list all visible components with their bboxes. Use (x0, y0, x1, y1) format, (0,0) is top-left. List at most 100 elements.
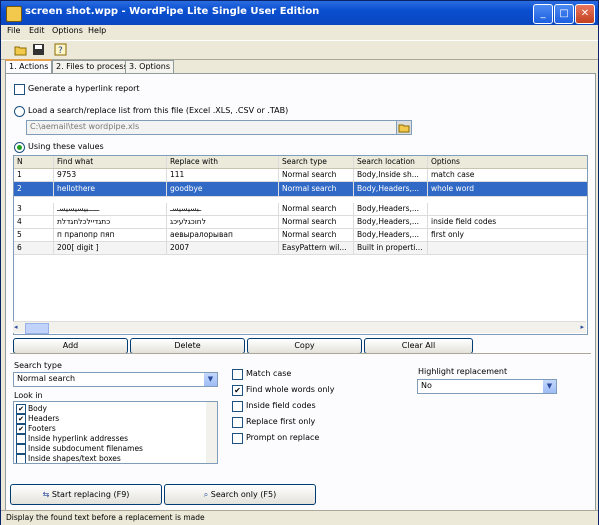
cell-search-location: Body,Headers,... (354, 216, 428, 228)
status-text: Display the found text before a replacem… (6, 513, 205, 522)
look-in-scrollbar[interactable] (206, 402, 217, 463)
look-in-checkbox[interactable] (16, 434, 26, 444)
match-case-checkbox[interactable] (232, 369, 243, 380)
cell-find: п прапопр пяп (54, 229, 167, 241)
look-in-label: Look in (14, 391, 43, 400)
cell-n: 4 (14, 216, 54, 228)
menu-edit[interactable]: Edit (29, 26, 45, 35)
look-in-checkbox[interactable] (16, 444, 26, 454)
cell-search-type: EasyPattern wil... (279, 242, 354, 254)
look-in-item-label: Body (28, 404, 47, 413)
window-title: screen shot.wpp - WordPipe Lite Single U… (25, 6, 320, 17)
col-header-options[interactable]: Options (428, 156, 587, 168)
cell-n: 2 (14, 182, 54, 196)
table-row[interactable]: 6 200[ digit ] 2007 EasyPattern wil... B… (14, 242, 587, 255)
maximize-icon: □ (559, 8, 569, 19)
prompt-replace-checkbox[interactable] (232, 433, 243, 444)
use-values-radio[interactable] (14, 142, 25, 153)
menu-file[interactable]: File (7, 26, 20, 35)
cell-search-type: Normal search (279, 182, 354, 196)
field-codes-checkbox[interactable] (232, 401, 243, 412)
maximize-button[interactable]: □ (554, 4, 574, 24)
table-row[interactable]: 1 9753 111 Normal search Body,Inside sh.… (14, 169, 587, 182)
add-button[interactable]: Add (13, 338, 128, 354)
cell-options (428, 203, 587, 215)
file-path-value: C:\aemail\test wordpipe.xls (30, 122, 140, 131)
highlight-label: Highlight replacement (418, 367, 508, 376)
grid-horizontal-scrollbar[interactable]: ◂ ▸ (13, 321, 586, 334)
look-in-item-label: Inside shapes/text boxes (28, 454, 121, 463)
col-header-search-type[interactable]: Search type (279, 156, 354, 168)
open-folder-icon[interactable] (14, 43, 28, 56)
cell-search-location: Body,Headers,... (354, 229, 428, 241)
start-replacing-button[interactable]: ⇆ Start replacing (F9) (10, 484, 162, 505)
delete-button[interactable]: Delete (130, 338, 245, 354)
tab-files-to-process[interactable]: 2. Files to process (52, 60, 132, 73)
table-row[interactable]: 4 כתגדיילכלחגדלת לחוכגלעיכג Normal searc… (14, 216, 587, 229)
app-icon (6, 6, 22, 22)
whole-words-checkbox[interactable]: ✔ (232, 385, 243, 396)
scrollbar-thumb[interactable] (25, 323, 49, 334)
prompt-replace-label: Prompt on replace (246, 433, 320, 442)
save-icon[interactable] (32, 43, 46, 56)
file-path-field[interactable]: C:\aemail\test wordpipe.xls (26, 120, 412, 135)
scroll-left-icon[interactable]: ◂ (14, 323, 18, 331)
field-codes-label: Inside field codes (246, 401, 316, 410)
search-only-label: Search only (F5) (210, 490, 277, 499)
look-in-checkbox[interactable] (16, 454, 26, 463)
cell-replace: 111 (167, 169, 279, 181)
search-type-select[interactable]: Normal search ▼ (13, 372, 218, 387)
col-header-replace[interactable]: Replace with (167, 156, 279, 168)
cell-replace: goodbye (167, 182, 279, 196)
minimize-button[interactable]: _ (533, 4, 553, 24)
title-bar[interactable]: screen shot.wpp - WordPipe Lite Single U… (1, 1, 598, 25)
cell-options: whole word (431, 184, 474, 193)
col-header-find[interactable]: Find what (54, 156, 167, 168)
cell-n: 5 (14, 229, 54, 241)
chevron-down-icon[interactable]: ▼ (543, 380, 556, 393)
clear-all-button[interactable]: Clear All (364, 338, 473, 354)
cell-search-location: Body,Headers,... (354, 203, 428, 215)
search-type-label: Search type (14, 361, 62, 370)
browse-button[interactable] (396, 121, 411, 134)
replace-first-checkbox[interactable] (232, 417, 243, 428)
cell-search-type: Normal search (279, 169, 354, 181)
look-in-checkbox[interactable]: ✔ (16, 414, 26, 424)
replace-icon: ⇆ (42, 490, 50, 499)
cell-options: first only (431, 230, 464, 239)
hyperlink-report-checkbox[interactable] (14, 84, 25, 95)
start-replacing-label: Start replacing (F9) (51, 490, 130, 499)
cell-options: match case (431, 170, 475, 179)
chevron-down-icon[interactable]: ▼ (204, 373, 217, 386)
use-values-label: Using these values (28, 142, 104, 151)
load-list-radio[interactable] (14, 106, 25, 117)
values-grid[interactable]: N Find what Replace with Search type Sea… (13, 155, 588, 335)
col-header-n[interactable]: N (14, 156, 54, 168)
table-row-selected[interactable]: 2 hellothere goodbye Normal search Body,… (14, 182, 587, 197)
col-header-search-location[interactable]: Search location (354, 156, 428, 168)
table-row[interactable]: 5 п прапопр пяп аевыралорывап Normal sea… (14, 229, 587, 242)
cell-search-type: Normal search (279, 216, 354, 228)
look-in-checkbox[interactable]: ✔ (16, 424, 26, 434)
menu-bar: File Edit Options Help (1, 25, 598, 39)
cell-n: 6 (14, 242, 54, 254)
scroll-right-icon[interactable]: ▸ (580, 323, 584, 331)
look-in-list[interactable]: ✔ Body ✔ Headers ✔ Footers Inside hyperlink… (13, 401, 218, 464)
menu-options[interactable]: Options (52, 26, 83, 35)
look-in-item-label: Footers (28, 424, 56, 433)
search-type-value: Normal search (17, 374, 76, 383)
highlight-select[interactable]: No ▼ (417, 379, 557, 394)
cell-search-location: Body,Inside sh... (354, 169, 428, 181)
status-bar: Display the found text before a replacem… (1, 510, 598, 525)
search-only-button[interactable]: ⌕ Search only (F5) (164, 484, 316, 505)
table-row[interactable]: 3 ـــــبيسيسيسـ ـبسيسيسـ Normal search B… (14, 203, 587, 216)
menu-help[interactable]: Help (88, 26, 106, 35)
help-icon[interactable]: ? (54, 43, 68, 56)
minimize-icon: _ (540, 8, 546, 19)
search-icon: ⌕ (203, 490, 209, 499)
look-in-checkbox[interactable]: ✔ (16, 404, 26, 414)
copy-button[interactable]: Copy (247, 338, 362, 354)
close-button[interactable]: ✕ (575, 4, 595, 24)
tab-options[interactable]: 3. Options (125, 60, 175, 73)
hyperlink-report-label: Generate a hyperlink report (28, 84, 140, 93)
